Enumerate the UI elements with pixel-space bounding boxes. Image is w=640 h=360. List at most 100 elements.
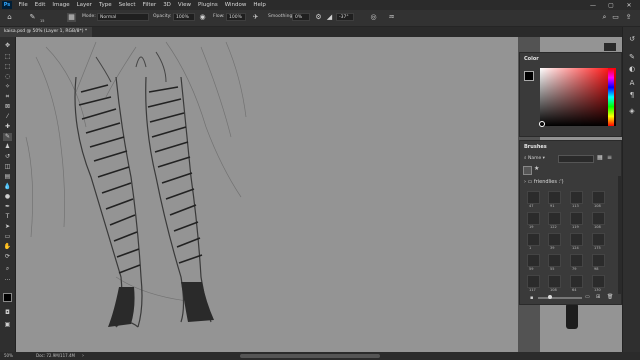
- screen-mode-icon[interactable]: ▣: [3, 321, 12, 329]
- grid-view-icon[interactable]: ▦: [597, 154, 603, 161]
- brush-preset[interactable]: [592, 275, 605, 288]
- menu-file[interactable]: File: [15, 2, 31, 8]
- brush-preset[interactable]: [548, 233, 561, 246]
- search-icon[interactable]: ⌕: [600, 13, 609, 22]
- eyedropper-icon[interactable]: ⁄: [3, 113, 12, 121]
- brush-tool-icon[interactable]: ✎: [3, 133, 12, 141]
- brush-search-field[interactable]: [558, 155, 594, 163]
- crop-tool-icon[interactable]: ⌗: [3, 93, 12, 101]
- brush-preset[interactable]: [527, 254, 540, 267]
- quick-mask-icon[interactable]: ◘: [3, 309, 12, 317]
- foreground-color-swatch[interactable]: [524, 71, 534, 81]
- menu-3d[interactable]: 3D: [160, 2, 175, 8]
- brush-preset[interactable]: [548, 275, 561, 288]
- brush-settings-panel-icon[interactable]: ✎: [627, 53, 637, 62]
- minimize-button[interactable]: —: [584, 0, 602, 10]
- new-group-icon[interactable]: ▭: [585, 294, 590, 300]
- brush-preset[interactable]: [570, 191, 583, 204]
- lasso-tool-icon[interactable]: ◌: [3, 73, 12, 81]
- pressure-size-icon[interactable]: ◎: [369, 13, 378, 22]
- menu-select[interactable]: Select: [115, 2, 139, 8]
- document-tab[interactable]: kaisa.psd @ 50% (Layer 1, RGB/8*) *: [0, 27, 92, 37]
- new-brush-icon[interactable]: ⊞: [596, 294, 600, 300]
- preview-size-handle[interactable]: [548, 295, 552, 299]
- maximize-button[interactable]: ▢: [602, 0, 620, 10]
- angle-field[interactable]: -37°: [336, 13, 354, 21]
- brush-preset[interactable]: [527, 275, 540, 288]
- close-button[interactable]: ✕: [620, 0, 638, 10]
- menu-plugins[interactable]: Plugins: [194, 2, 221, 8]
- healing-brush-icon[interactable]: ✚: [3, 123, 12, 131]
- menu-edit[interactable]: Edit: [31, 2, 49, 8]
- delete-brush-icon[interactable]: 🗑: [607, 294, 613, 300]
- brush-preset[interactable]: [527, 233, 540, 246]
- frame-tool-icon[interactable]: ⊠: [3, 103, 12, 111]
- opacity-field[interactable]: 100%: [173, 13, 195, 21]
- app-logo-icon[interactable]: Ps: [2, 1, 12, 9]
- brush-folder-row[interactable]: › ▭ friendlies :'): [524, 179, 564, 185]
- blur-tool-icon[interactable]: 💧: [3, 183, 12, 191]
- stamp-tool-icon[interactable]: ♟: [3, 143, 12, 151]
- brush-preset[interactable]: [592, 212, 605, 225]
- smoothing-field[interactable]: 0%: [292, 13, 310, 21]
- brush-preset[interactable]: [592, 191, 605, 204]
- hand-tool-icon[interactable]: ✋: [3, 243, 12, 251]
- horizontal-scrollbar[interactable]: [240, 354, 380, 358]
- panel-menu-icon[interactable]: ≡: [607, 154, 612, 161]
- rotate-view-icon[interactable]: ⟳: [3, 253, 12, 261]
- brush-preset[interactable]: [570, 275, 583, 288]
- type-tool-icon[interactable]: T: [3, 213, 12, 221]
- eraser-tool-icon[interactable]: ◫: [3, 163, 12, 171]
- zoom-tool-icon[interactable]: ⌕: [3, 265, 12, 273]
- dodge-tool-icon[interactable]: ●: [3, 193, 12, 201]
- brush-preset[interactable]: [570, 254, 583, 267]
- path-selection-icon[interactable]: ➤: [3, 223, 12, 231]
- menu-view[interactable]: View: [174, 2, 194, 8]
- history-brush-icon[interactable]: ↺: [3, 153, 12, 161]
- favorite-star-icon[interactable]: ★: [534, 165, 539, 172]
- magic-wand-icon[interactable]: ✧: [3, 83, 12, 91]
- brush-preset[interactable]: [570, 212, 583, 225]
- paragraph-panel-icon[interactable]: ¶: [627, 91, 637, 100]
- brush-tool-preset-icon[interactable]: ✎: [28, 13, 37, 22]
- menu-layer[interactable]: Layer: [73, 2, 95, 8]
- menu-help[interactable]: Help: [250, 2, 270, 8]
- brush-preset[interactable]: [527, 212, 540, 225]
- history-panel-icon[interactable]: ↺: [627, 35, 637, 44]
- artboard-icon[interactable]: ⬚: [3, 53, 12, 61]
- symmetry-icon[interactable]: ♒: [387, 13, 396, 22]
- home-icon[interactable]: ⌂: [5, 13, 14, 22]
- more-tools-icon[interactable]: ···: [3, 277, 12, 285]
- status-arrow-icon[interactable]: ›: [82, 352, 84, 360]
- foreground-color-swatch[interactable]: [3, 293, 12, 302]
- move-tool-icon[interactable]: ✥: [3, 42, 12, 50]
- pen-tool-icon[interactable]: ✒: [3, 203, 12, 211]
- workspace-icon[interactable]: ▭: [611, 13, 620, 22]
- brushes-scrollbar[interactable]: [618, 176, 621, 294]
- share-icon[interactable]: ⇪: [624, 13, 633, 22]
- mode-select[interactable]: Normal: [97, 13, 149, 21]
- brush-preset[interactable]: [548, 254, 561, 267]
- marquee-tool-icon[interactable]: ⬚: [3, 63, 12, 71]
- brush-preset[interactable]: [570, 233, 583, 246]
- menu-image[interactable]: Image: [49, 2, 73, 8]
- doc-info[interactable]: Doc: 72.9M/117.4M: [36, 352, 75, 360]
- pressure-opacity-icon[interactable]: ◉: [198, 13, 207, 22]
- brush-preset[interactable]: [548, 191, 561, 204]
- smoothing-options-icon[interactable]: ⚙: [314, 13, 323, 22]
- character-panel-icon[interactable]: A: [627, 79, 637, 88]
- document-canvas[interactable]: [16, 37, 518, 352]
- preview-size-slider[interactable]: [538, 295, 582, 299]
- layers-panel-icon[interactable]: ◈: [627, 107, 637, 116]
- brush-preview-icon[interactable]: [523, 166, 532, 175]
- brush-settings-icon[interactable]: ▦: [67, 13, 76, 22]
- brush-preset[interactable]: [592, 233, 605, 246]
- airbrush-icon[interactable]: ✈: [251, 13, 260, 22]
- hue-slider[interactable]: [608, 68, 614, 126]
- brush-preset[interactable]: [527, 191, 540, 204]
- zoom-level[interactable]: 50%: [4, 352, 13, 360]
- menu-window[interactable]: Window: [221, 2, 250, 8]
- adjustments-panel-icon[interactable]: ◐: [627, 65, 637, 74]
- menu-type[interactable]: Type: [95, 2, 115, 8]
- saturation-value-field[interactable]: [539, 68, 616, 127]
